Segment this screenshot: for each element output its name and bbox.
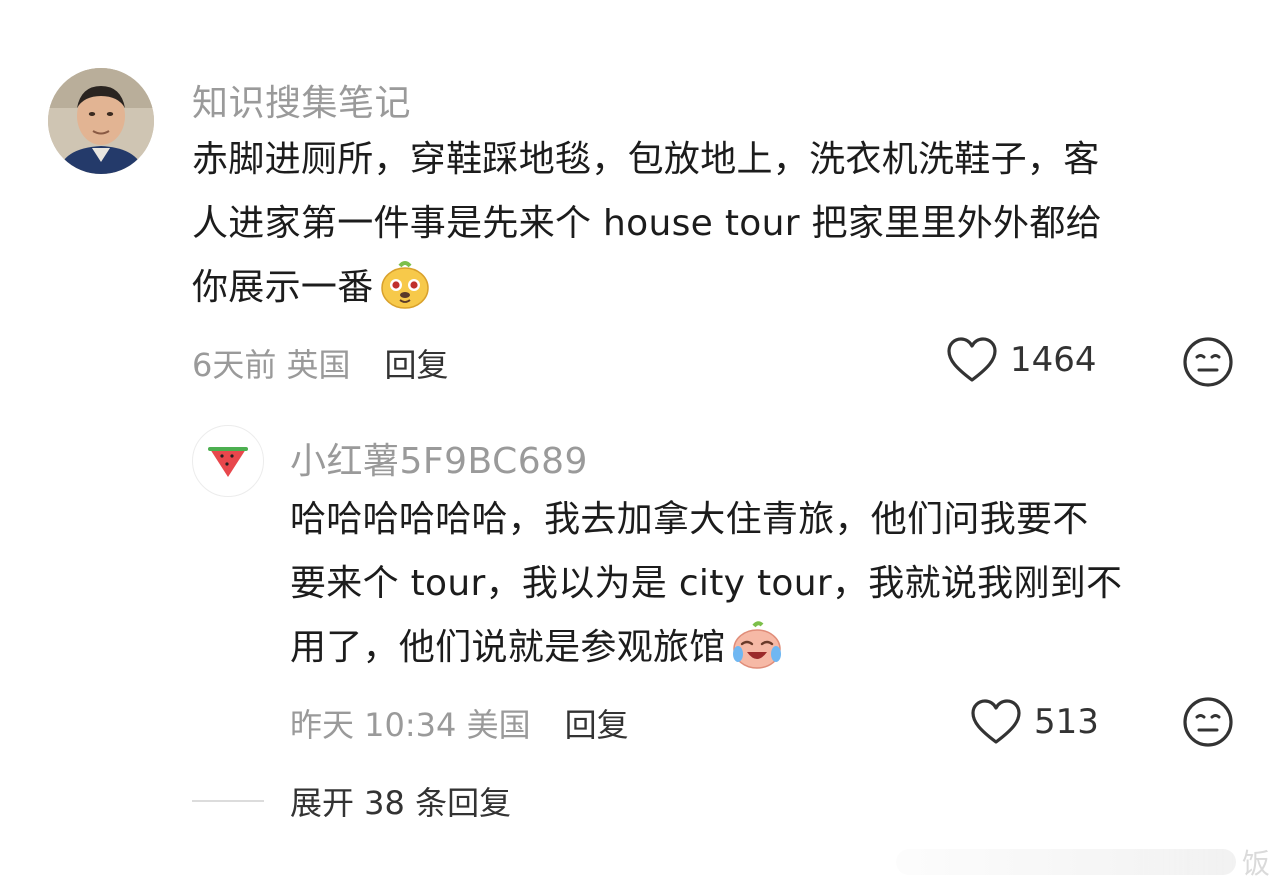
watermark-bar (895, 849, 1236, 875)
reply-line-1: 哈哈哈哈哈哈，我去加拿大住青旅，他们问我要不 (290, 499, 1089, 540)
reply-time-location: 昨天 10:34 美国 (290, 706, 531, 744)
comment-time-location: 6天前 英国 (192, 346, 351, 384)
expand-replies-label: 展开 38 条回复 (290, 784, 512, 822)
reply-line-2: 要来个 tour，我以为是 city tour，我就说我刚到不 (290, 563, 1123, 604)
reply-line-3-text: 用了，他们说就是参观旅馆 (290, 627, 726, 668)
comment-line-3-text: 你展示一番 (192, 267, 374, 308)
expand-divider (192, 800, 264, 802)
expand-replies-button[interactable]: 展开 38 条回复 (192, 778, 511, 824)
dog-face-emoji (380, 261, 429, 309)
heart-outline-icon (947, 337, 997, 382)
reply-avatar[interactable] (192, 425, 264, 497)
reply-reply-button[interactable]: 回复 (565, 700, 629, 746)
watermark-text: 饭 (1241, 847, 1270, 880)
reply-like-count: 513 (1034, 702, 1099, 742)
laughing-crying-emoji (732, 621, 781, 669)
reply-meta: 昨天 10:34 美国 回复 (290, 700, 629, 746)
comment-meta: 6天前 英国 回复 (192, 340, 449, 386)
meh-face-icon (1183, 697, 1233, 747)
comment-reply-button[interactable]: 回复 (385, 340, 449, 386)
comment-dislike-button[interactable] (1182, 336, 1234, 388)
reply-text: 哈哈哈哈哈哈，我去加拿大住青旅，他们问我要不 要来个 tour，我以为是 cit… (290, 488, 1122, 680)
watermelon-avatar (208, 447, 248, 477)
reply-dislike-button[interactable] (1182, 696, 1234, 748)
reply-username[interactable]: 小红薯5F9BC689 (290, 432, 588, 484)
comment-like-count: 1464 (1010, 340, 1097, 380)
watermark: 饭 (895, 842, 1270, 882)
comment-line-3: 你展示一番 (192, 256, 1102, 320)
comment-line-1: 赤脚进厕所，穿鞋踩地毯，包放地上，洗衣机洗鞋子，客 (192, 139, 1100, 180)
comment-like-button[interactable]: 1464 (946, 336, 1097, 384)
comment-line-2: 人进家第一件事是先来个 house tour 把家里里外外都给 (192, 203, 1102, 244)
comment-username[interactable]: 知识搜集笔记 (192, 74, 411, 126)
reply-like-button[interactable]: 513 (970, 698, 1099, 746)
heart-outline-icon (971, 699, 1021, 744)
meh-face-icon (1183, 337, 1233, 387)
reply-line-3: 用了，他们说就是参观旅馆 (290, 616, 1122, 680)
user-photo-avatar (48, 68, 154, 174)
user-avatar[interactable] (48, 68, 154, 174)
comment-text: 赤脚进厕所，穿鞋踩地毯，包放地上，洗衣机洗鞋子，客 人进家第一件事是先来个 ho… (192, 128, 1102, 320)
